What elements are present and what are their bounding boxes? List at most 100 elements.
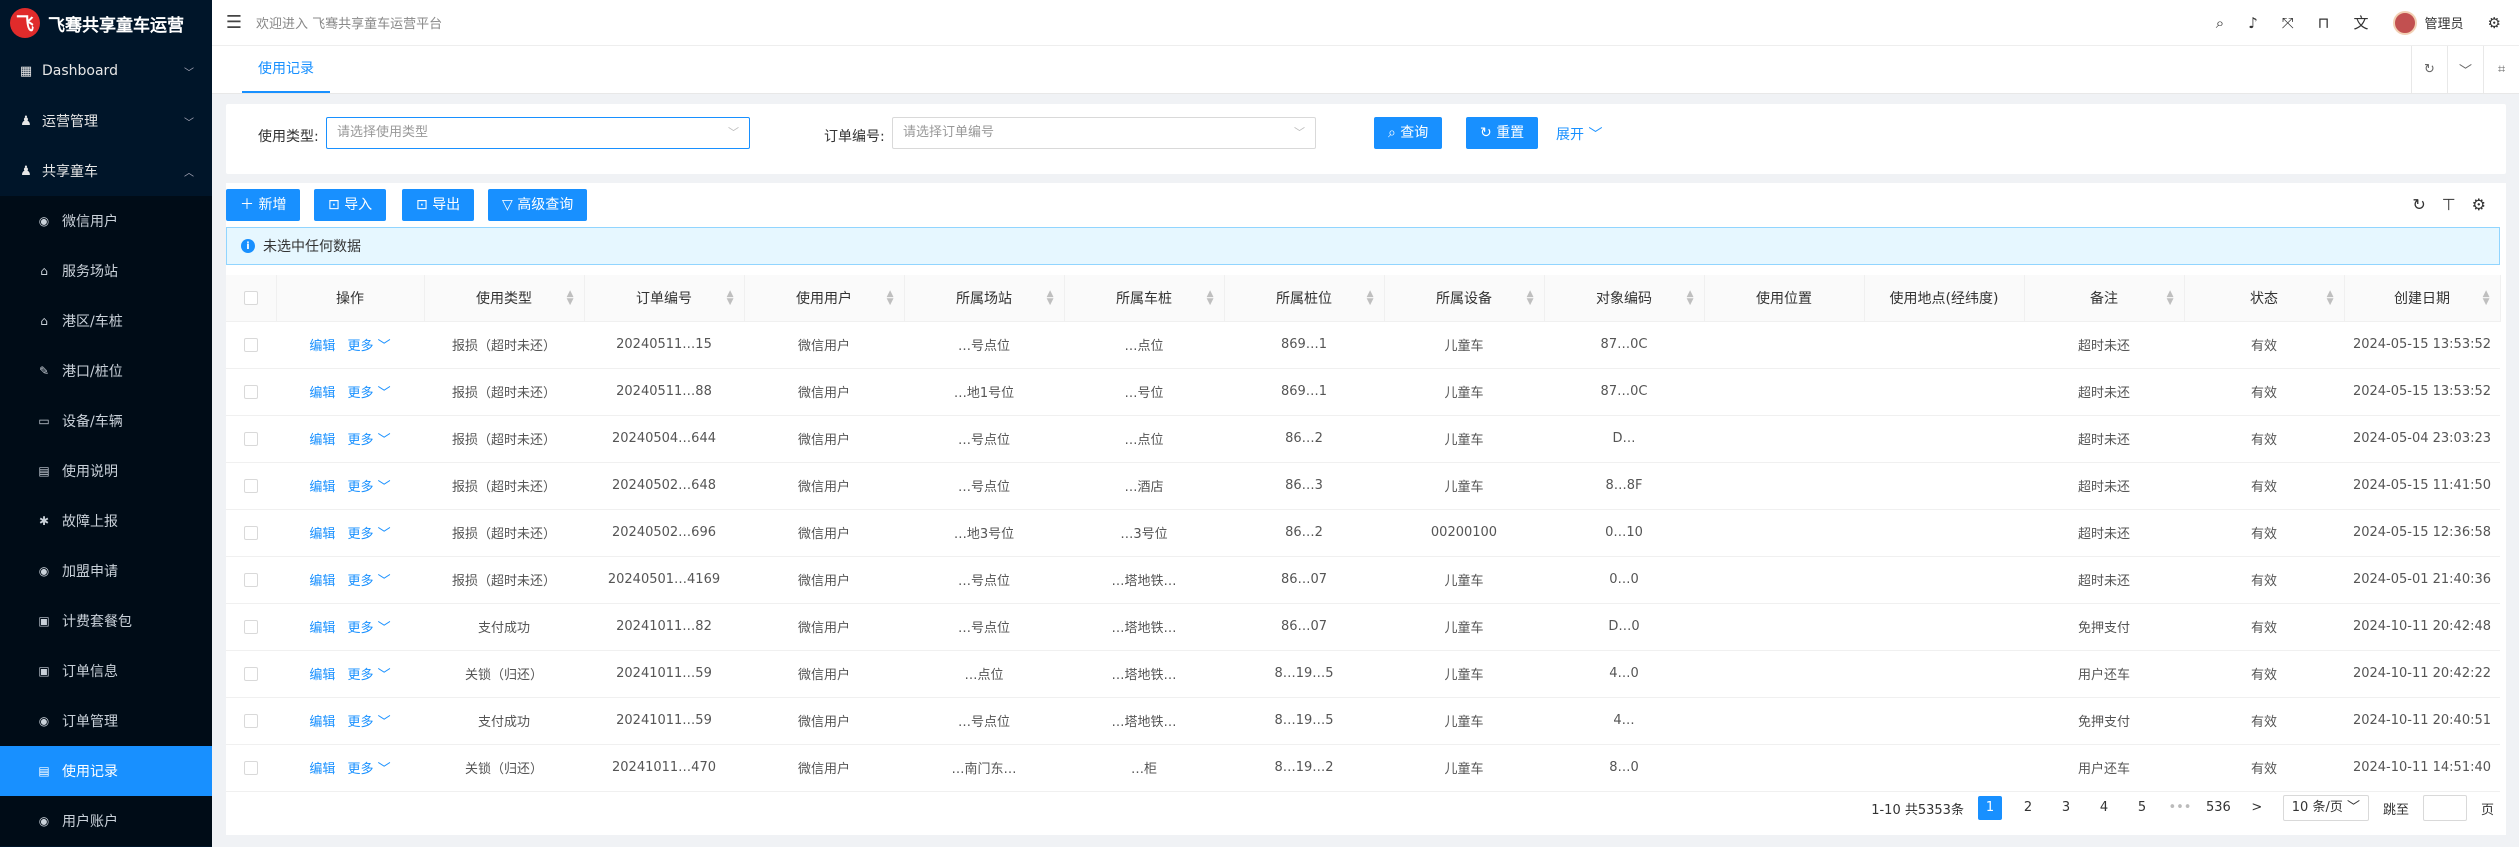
chevron-down-icon[interactable]: ﹀ [2447, 46, 2483, 93]
refresh-icon[interactable]: ↻ [2411, 46, 2447, 93]
more-link[interactable]: 更多 ﹀ [347, 386, 390, 401]
column-header[interactable]: 所属设备 ▲ ▼ [1384, 275, 1545, 322]
sort-icon[interactable]: ▲ ▼ [2483, 290, 2490, 307]
column-header[interactable]: 备注 ▲ ▼ [2024, 275, 2185, 322]
more-link[interactable]: 更多 ﹀ [347, 527, 390, 542]
column-header[interactable]: 使用用户 ▲ ▼ [744, 275, 905, 322]
sidebar-item[interactable]: ▭ 设备/车辆 [0, 396, 212, 446]
lock-icon[interactable]: ⊓ [2318, 14, 2330, 32]
column-header[interactable]: 所属车桩 ▲ ▼ [1064, 275, 1225, 322]
order-number-select[interactable]: 请选择订单编号 ﹀ [892, 117, 1316, 149]
row-checkbox[interactable] [244, 666, 258, 681]
import-button[interactable]: ⊡ 导入 [314, 189, 387, 221]
sidebar-item[interactable]: ▣ 订单信息 [0, 646, 212, 696]
more-link[interactable]: 更多 ﹀ [347, 433, 390, 448]
sidebar-item[interactable]: ▣ 计费套餐包 [0, 596, 212, 646]
sort-icon[interactable]: ▲ ▼ [2327, 290, 2334, 307]
more-link[interactable]: 更多 ﹀ [347, 621, 390, 636]
search-icon[interactable]: ⌕ [2216, 14, 2224, 32]
sort-icon[interactable]: ▲ ▼ [1687, 290, 1694, 307]
menu-toggle-icon[interactable]: ☰ [212, 12, 256, 33]
row-checkbox[interactable] [244, 431, 258, 446]
edit-link[interactable]: 编辑 [309, 621, 335, 636]
edit-link[interactable]: 编辑 [309, 574, 335, 589]
usage-type-select[interactable]: 请选择使用类型 ﹀ [326, 117, 750, 149]
select-all-checkbox[interactable] [243, 290, 258, 305]
page-button[interactable]: 4 [2092, 796, 2116, 820]
sort-icon[interactable]: ▲ ▼ [567, 290, 574, 307]
fullscreen-icon[interactable]: ⌗ [2483, 46, 2519, 93]
page-button[interactable]: 2 [2016, 796, 2040, 820]
edit-link[interactable]: 编辑 [309, 762, 335, 777]
sidebar-item[interactable]: ▤ 使用说明 [0, 446, 212, 496]
sidebar-item[interactable]: ⌂ 服务场站 [0, 246, 212, 296]
sidebar-item[interactable]: ◉ 微信用户 [0, 196, 212, 246]
page-ellipsis[interactable]: ••• [2168, 796, 2192, 820]
edit-link[interactable]: 编辑 [309, 715, 335, 730]
row-checkbox[interactable] [244, 572, 258, 587]
column-header[interactable]: 订单编号 ▲ ▼ [584, 275, 745, 322]
sidebar-item[interactable]: ◉ 用户账户 [0, 796, 212, 846]
row-checkbox[interactable] [244, 478, 258, 493]
sort-icon[interactable]: ▲ ▼ [2167, 290, 2174, 307]
edit-link[interactable]: 编辑 [309, 433, 335, 448]
sidebar-item[interactable]: ✎ 港口/桩位 [0, 346, 212, 396]
avatar[interactable] [2392, 10, 2417, 35]
query-button[interactable]: ⌕ 查询 [1374, 117, 1443, 149]
column-header[interactable]: 对象编码 ▲ ▼ [1544, 275, 1705, 322]
advanced-query-button[interactable]: ▽ 高级查询 [488, 189, 588, 221]
username[interactable]: 管理员 [2425, 13, 2464, 32]
more-link[interactable]: 更多 ﹀ [347, 480, 390, 495]
language-icon[interactable]: 文 [2354, 12, 2369, 33]
gear-icon[interactable]: ⚙ [2472, 195, 2486, 214]
sort-icon[interactable]: ▲ ▼ [887, 290, 894, 307]
sidebar-item[interactable]: ▤ 使用记录 [0, 746, 212, 796]
row-checkbox[interactable] [244, 525, 258, 540]
sort-icon[interactable]: ▲ ▼ [1527, 290, 1534, 307]
edit-link[interactable]: 编辑 [309, 386, 335, 401]
more-link[interactable]: 更多 ﹀ [347, 715, 390, 730]
sidebar-group-operations[interactable]: ♟ 运营管理 ﹀ [0, 96, 212, 146]
edit-link[interactable]: 编辑 [309, 527, 335, 542]
jump-input[interactable] [2422, 795, 2467, 821]
edit-link[interactable]: 编辑 [309, 668, 335, 683]
sort-icon[interactable]: ▲ ▼ [1047, 290, 1054, 307]
row-checkbox[interactable] [244, 619, 258, 634]
edit-link[interactable]: 编辑 [309, 480, 335, 495]
page-button[interactable]: 5 [2130, 796, 2154, 820]
sort-icon[interactable]: ▲ ▼ [1367, 290, 1374, 307]
edit-link[interactable]: 编辑 [309, 339, 335, 354]
page-button[interactable]: 3 [2054, 796, 2078, 820]
sort-icon[interactable]: ▲ ▼ [727, 290, 734, 307]
row-checkbox[interactable] [244, 337, 258, 352]
sidebar-item[interactable]: ◉ 订单管理 [0, 696, 212, 746]
tab-usage-records[interactable]: 使用记录 [242, 46, 330, 93]
fullscreen-icon[interactable]: ⤧ [2282, 14, 2294, 32]
add-button[interactable]: ＋ 新增 [226, 189, 301, 221]
column-header[interactable]: 使用类型 ▲ ▼ [424, 275, 585, 322]
more-link[interactable]: 更多 ﹀ [347, 339, 390, 354]
column-height-icon[interactable]: ⊤ [2442, 195, 2456, 214]
row-checkbox[interactable] [244, 384, 258, 399]
page-size-select[interactable]: 10 条/页 ﹀ [2282, 795, 2369, 821]
gear-icon[interactable]: ⚙ [2488, 14, 2501, 32]
reset-button[interactable]: ↻ 重置 [1466, 117, 1539, 149]
page-button-last[interactable]: 536 [2206, 796, 2231, 820]
column-header[interactable]: 状态 ▲ ▼ [2184, 275, 2345, 322]
sidebar-group-dashboard[interactable]: ▦ Dashboard ﹀ [0, 46, 212, 96]
column-header[interactable]: 所属桩位 ▲ ▼ [1224, 275, 1385, 322]
page-button[interactable]: 1 [1977, 796, 2002, 820]
more-link[interactable]: 更多 ﹀ [347, 574, 390, 589]
row-checkbox[interactable] [244, 760, 258, 775]
column-header[interactable]: 创建日期 ▲ ▼ [2344, 275, 2501, 322]
app-logo[interactable]: 飞 飞骞共享童车运营 [0, 0, 212, 46]
sidebar-item[interactable]: ✱ 故障上报 [0, 496, 212, 546]
row-checkbox[interactable] [244, 713, 258, 728]
sort-icon[interactable]: ▲ ▼ [1207, 290, 1214, 307]
more-link[interactable]: 更多 ﹀ [347, 668, 390, 683]
sidebar-item[interactable]: ◉ 加盟申请 [0, 546, 212, 596]
refresh-icon[interactable]: ↻ [2412, 195, 2425, 214]
export-button[interactable]: ⊡ 导出 [402, 189, 475, 221]
sidebar-group-shared-cars[interactable]: ♟ 共享童车 ︿ [0, 146, 212, 196]
next-page-button[interactable]: > [2245, 796, 2269, 820]
